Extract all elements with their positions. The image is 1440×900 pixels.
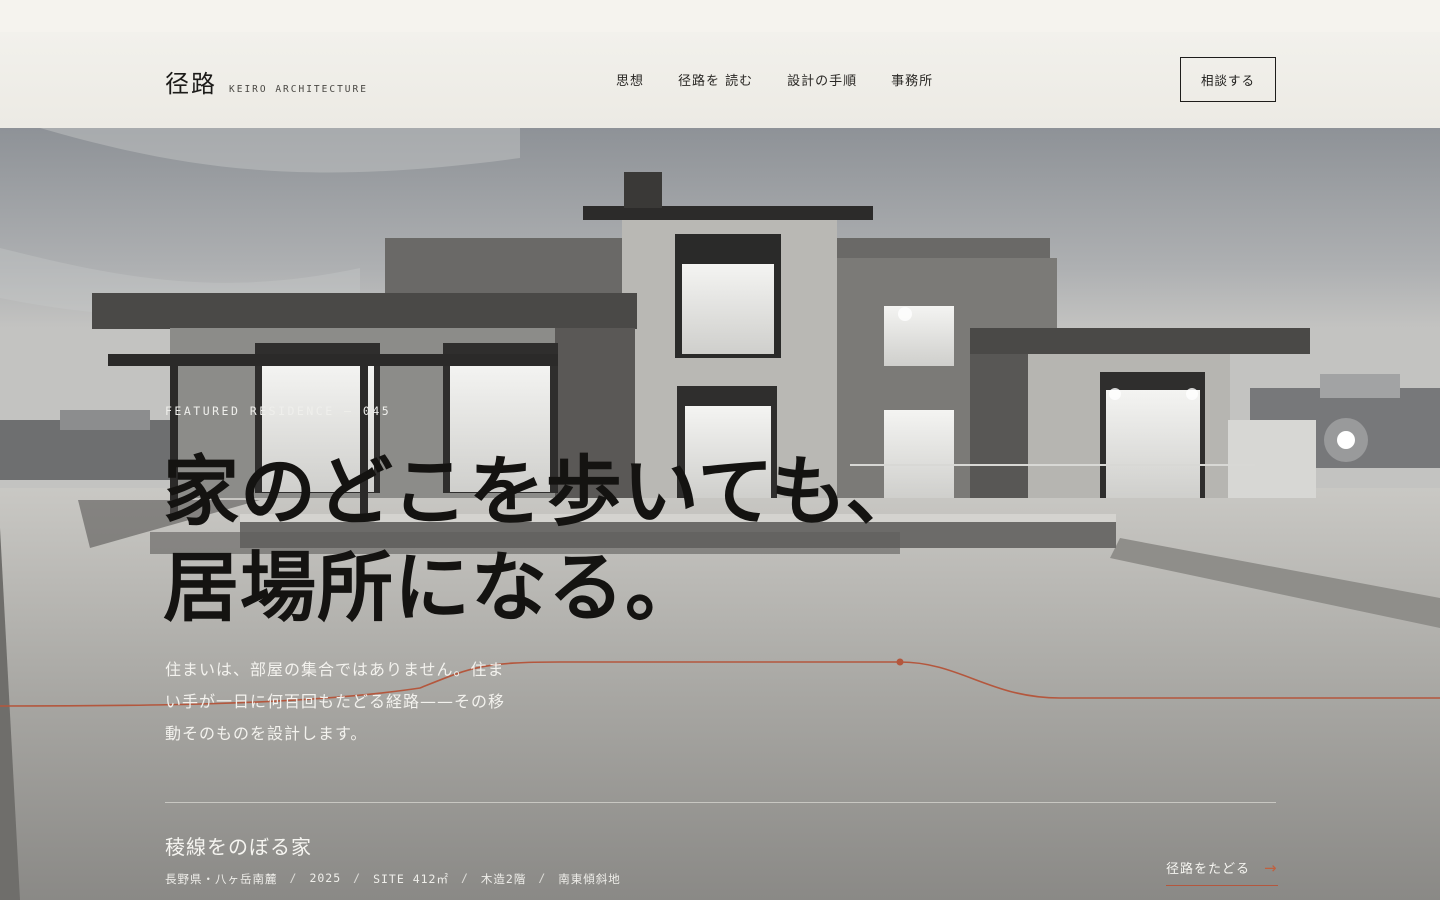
nav-item-philosophy[interactable]: 思想 [616,70,644,89]
hero-section: FEATURED RESIDENCE — 045 家のどこを歩いても、 居場所に… [0,128,1440,900]
brand-mark: 径路 [165,70,217,98]
project-meta: 長野県・八ヶ岳南麓 / 2025 / SITE 412㎡ / 木造2階 / 南東… [165,871,621,887]
site-header: 径路 KEIRO ARCHITECTURE 思想 径路を 読む 設計の手順 事務… [0,32,1440,128]
project-title: 稜線をのぼる家 [165,835,312,859]
hero-headline: 家のどこを歩いても、 居場所になる。 [163,444,922,636]
section-divider [165,802,1276,803]
brand-subtitle: KEIRO ARCHITECTURE [229,84,368,95]
nav-item-read-path[interactable]: 径路を 読む [678,70,753,89]
meta-separator: / [538,871,547,885]
meta-separator: / [289,871,298,885]
project-meta-terrain: 南東傾斜地 [558,872,621,886]
trace-path-label: 径路をたどる [1166,862,1251,877]
nav-item-office[interactable]: 事務所 [891,70,933,89]
featured-label: FEATURED RESIDENCE — 045 [165,404,392,418]
arrow-right-icon: → [1264,858,1278,877]
consult-button[interactable]: 相談する [1180,57,1276,102]
meta-separator: / [353,871,362,885]
project-meta-structure: 木造2階 [480,872,527,886]
main-nav: 思想 径路を 読む 設計の手順 事務所 [616,70,967,89]
project-meta-year: 2025 [309,871,342,885]
hero-headline-line-2: 居場所になる。 [163,543,702,632]
nav-item-design-process[interactable]: 設計の手順 [787,70,857,89]
trace-path-link[interactable]: 径路をたどる → [1166,858,1278,886]
brand-logo[interactable]: 径路 KEIRO ARCHITECTURE [165,64,368,99]
project-meta-site: SITE 412㎡ [373,872,449,886]
meta-separator: / [460,871,469,885]
hero-headline-line-1: 家のどこを歩いても、 [163,447,923,536]
top-strip [0,0,1440,32]
project-meta-location: 長野県・八ヶ岳南麓 [165,872,278,886]
page: 径路 KEIRO ARCHITECTURE 思想 径路を 読む 設計の手順 事務… [0,0,1440,900]
hero-lede: 住まいは、部屋の集合ではありません。住まい手が一日に何百回もたどる経路——その移… [165,660,506,743]
